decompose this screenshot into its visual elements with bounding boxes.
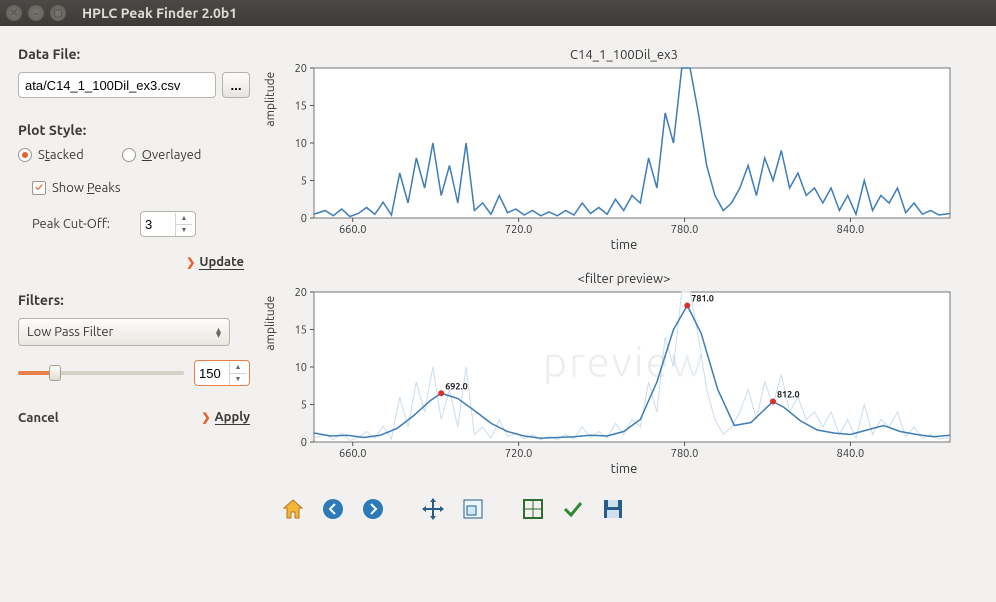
data-file-header: Data File: — [18, 46, 250, 62]
svg-text:660.0: 660.0 — [339, 448, 367, 460]
data-file-input[interactable] — [18, 72, 216, 98]
filter-select[interactable]: Low Pass Filter ▴▾ — [18, 318, 230, 346]
show-peaks-label: Show Peaks — [52, 181, 121, 195]
radio-selected-icon — [18, 148, 32, 162]
window-close-icon[interactable]: ✕ — [6, 5, 22, 21]
svg-text:10: 10 — [295, 362, 307, 374]
svg-text:15: 15 — [295, 101, 307, 113]
svg-text:0: 0 — [301, 213, 307, 225]
peak-cutoff-value[interactable] — [141, 217, 175, 232]
plot-style-header: Plot Style: — [18, 122, 250, 138]
cancel-button[interactable]: Cancel — [18, 411, 59, 425]
filters-header: Filters: — [18, 292, 250, 308]
chart-ylabel: amplitude — [264, 296, 277, 351]
window-minimize-icon[interactable]: – — [28, 5, 44, 21]
chart-canvas[interactable]: 0 5 10 15 20 660.0 720.0 780.0 840.0 692.0 781.0 81… — [270, 286, 960, 464]
chart-filtered[interactable]: <filter preview> amplitude preview 05101… — [270, 270, 978, 486]
svg-text:0: 0 — [301, 437, 307, 449]
svg-text:720.0: 720.0 — [505, 448, 533, 460]
svg-text:660.0: 660.0 — [339, 224, 367, 236]
svg-text:840.0: 840.0 — [837, 224, 865, 236]
plot-toolbar — [270, 486, 978, 524]
chart-xlabel: time — [270, 238, 978, 252]
svg-text:780.0: 780.0 — [671, 224, 699, 236]
window-titlebar: ✕ – ▢ HPLC Peak Finder 2.0b1 — [0, 0, 996, 26]
svg-text:5: 5 — [301, 176, 307, 188]
spinner-down-icon[interactable]: ▼ — [230, 374, 246, 385]
svg-text:720.0: 720.0 — [505, 224, 533, 236]
chart-raw[interactable]: C14_1_100Dil_ex3 amplitude 05101520660.0… — [270, 46, 978, 262]
back-icon[interactable] — [318, 494, 348, 524]
chart-xlabel: time — [270, 462, 978, 476]
update-button[interactable]: ❯ Update — [186, 255, 244, 270]
svg-text:5: 5 — [301, 400, 307, 412]
chart-title: <filter preview> — [270, 270, 978, 286]
chart-title: C14_1_100Dil_ex3 — [270, 46, 978, 62]
filter-value-input[interactable] — [195, 366, 229, 381]
svg-text:780.0: 780.0 — [671, 448, 699, 460]
radio-stacked-label: Stacked — [38, 148, 84, 162]
subplots-icon[interactable] — [518, 494, 548, 524]
svg-text:10: 10 — [295, 138, 307, 150]
radio-unselected-icon — [122, 148, 136, 162]
svg-text:840.0: 840.0 — [837, 448, 865, 460]
filter-selected-value: Low Pass Filter — [27, 325, 113, 339]
spinner-down-icon[interactable]: ▼ — [176, 225, 192, 236]
svg-text:15: 15 — [295, 325, 307, 337]
chevron-right-icon: ❯ — [201, 411, 210, 424]
plots-panel: C14_1_100Dil_ex3 amplitude 05101520660.0… — [270, 46, 978, 592]
checkbox-checked-icon: ✓ — [32, 181, 46, 195]
svg-text:692.0: 692.0 — [445, 381, 468, 391]
apply-button[interactable]: ❯ Apply — [201, 410, 250, 425]
svg-text:20: 20 — [295, 63, 307, 75]
spinner-up-icon[interactable]: ▲ — [230, 362, 246, 374]
chevron-right-icon: ❯ — [186, 256, 195, 269]
filter-slider[interactable] — [18, 364, 184, 382]
home-icon[interactable] — [278, 494, 308, 524]
filter-value-spinner[interactable]: ▲▼ — [194, 360, 250, 386]
combo-caret-icon: ▴▾ — [216, 327, 221, 337]
radio-stacked[interactable]: Stacked — [18, 148, 84, 162]
radio-overlayed[interactable]: Overlayed — [122, 148, 202, 162]
zoom-icon[interactable] — [458, 494, 488, 524]
pan-icon[interactable] — [418, 494, 448, 524]
forward-icon[interactable] — [358, 494, 388, 524]
spinner-up-icon[interactable]: ▲ — [176, 213, 192, 225]
window-maximize-icon[interactable]: ▢ — [50, 5, 66, 21]
svg-text:20: 20 — [295, 287, 307, 299]
show-peaks-checkbox[interactable]: ✓ Show Peaks — [32, 181, 121, 195]
edit-icon[interactable] — [558, 494, 588, 524]
svg-text:781.0: 781.0 — [691, 294, 714, 304]
svg-text:812.0: 812.0 — [777, 390, 800, 400]
chart-ylabel: amplitude — [264, 72, 277, 127]
peak-cutoff-label: Peak Cut-Off: — [32, 217, 110, 231]
save-icon[interactable] — [598, 494, 628, 524]
controls-panel: Data File: ... Plot Style: Stacked Overl… — [18, 46, 250, 592]
window-title: HPLC Peak Finder 2.0b1 — [82, 5, 237, 21]
slider-thumb-icon[interactable] — [49, 365, 61, 381]
browse-button[interactable]: ... — [222, 72, 250, 98]
peak-cutoff-spinner[interactable]: ▲▼ — [140, 211, 196, 237]
chart-canvas[interactable]: 0 5 10 15 20 660.0 720.0 780.0 840.0 — [270, 62, 960, 240]
radio-overlayed-label: Overlayed — [142, 148, 202, 162]
